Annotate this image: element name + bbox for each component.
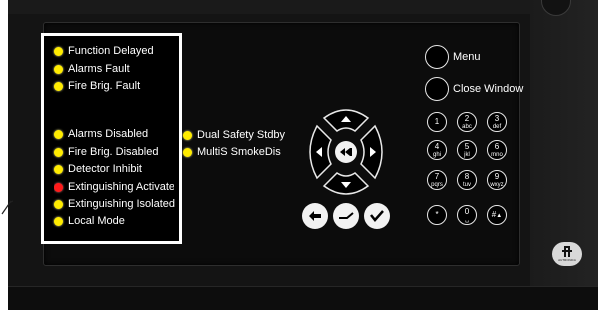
indicator-extinguishing-activated: Extinguishing Activated: [54, 181, 174, 193]
led-yellow-icon: [54, 64, 63, 74]
indicator-label: Alarms Disabled: [68, 128, 149, 140]
keypad-key-4[interactable]: 4 ghi: [427, 140, 447, 160]
indicator-label: Local Mode: [68, 215, 125, 227]
back-button[interactable]: [302, 203, 328, 229]
indicator-fire-brig-fault: Fire Brig. Fault: [54, 80, 140, 92]
indicator-fire-brig-disabled: Fire Brig. Disabled: [54, 146, 158, 158]
key-digit: 7: [434, 171, 440, 181]
keypad-key-3[interactable]: 3 def: [487, 112, 507, 132]
key-letters: ghi: [432, 151, 441, 158]
indicator-multis-smokedis: MultiS SmokeDis: [183, 146, 281, 158]
keypad-key-6[interactable]: 6 mno: [487, 140, 507, 160]
indicator-label: Dual Safety Stdby: [197, 129, 286, 141]
keypad-key-5[interactable]: 5 jkl: [457, 140, 477, 160]
indicator-label: Fire Brig. Fault: [68, 80, 141, 92]
key-digit: *: [435, 210, 439, 219]
key-letters: abc: [462, 123, 472, 130]
logo-text: AUTRONICA: [558, 258, 576, 262]
menu-label: Menu: [453, 51, 481, 63]
navigation-pad: [309, 109, 383, 195]
key-digit: 0: [464, 206, 470, 216]
keypad-key-0[interactable]: 0 ␣: [457, 205, 477, 225]
back-arrow-icon: [309, 211, 321, 221]
key-digit: 8: [464, 171, 470, 181]
indicator-label: MultiS SmokeDis: [197, 146, 281, 158]
indicator-label: Fire Brig. Disabled: [68, 146, 159, 158]
led-yellow-icon: [183, 130, 192, 140]
key-letters: def: [492, 123, 502, 130]
housing-top-edge: [8, 0, 598, 14]
keypad-key-2[interactable]: 2 abc: [457, 112, 477, 132]
indicator-label: Extinguishing Isolated: [68, 198, 176, 210]
cable-mark: [1, 200, 14, 215]
led-yellow-icon: [54, 164, 63, 174]
key-letters: jkl: [464, 151, 470, 158]
key-letters: pqrs: [431, 181, 443, 188]
indicator-extinguishing-isolated: Extinguishing Isolated: [54, 198, 175, 210]
key-digit: 3: [494, 113, 500, 123]
indicator-local-mode: Local Mode: [54, 215, 125, 227]
key-digit: 5: [464, 141, 470, 151]
up-down-icon: ▲: [496, 213, 503, 219]
key-digit: 4: [434, 141, 440, 151]
key-letters: tuv: [462, 181, 471, 188]
led-red-icon: [54, 182, 63, 192]
key-letters: wxyz: [490, 181, 504, 188]
led-yellow-icon: [54, 147, 63, 157]
keypad-key-1[interactable]: 1: [427, 112, 447, 132]
indicator-label: Function Delayed: [68, 45, 154, 57]
brand-logo: AUTRONICA: [552, 242, 582, 266]
key-digit: 2: [464, 113, 470, 123]
key-digit: 1: [434, 117, 440, 126]
silence-button[interactable]: [333, 203, 359, 229]
keypad-key-hash[interactable]: #▲: [487, 205, 507, 225]
led-yellow-icon: [54, 46, 63, 56]
keypad-key-8[interactable]: 8 tuv: [457, 170, 477, 190]
led-yellow-icon: [54, 199, 63, 209]
led-yellow-icon: [54, 81, 63, 91]
led-yellow-icon: [183, 147, 192, 157]
slash-line-icon: [339, 212, 354, 219]
indicator-alarms-fault: Alarms Fault: [54, 63, 130, 75]
indicator-function-delayed: Function Delayed: [54, 45, 154, 57]
key-digit: 6: [494, 141, 500, 151]
key-letters: ␣: [465, 216, 469, 223]
checkmark-icon: [370, 210, 384, 222]
indicator-label: Detector Inhibit: [68, 163, 142, 175]
led-yellow-icon: [54, 129, 63, 139]
housing-bottom-bar: [8, 286, 598, 310]
indicator-label: Extinguishing Activated: [68, 181, 174, 193]
close-window-label: Close Window: [453, 83, 524, 95]
led-yellow-icon: [54, 216, 63, 226]
keypad-key-7[interactable]: 7 pqrs: [427, 170, 447, 190]
key-digit: 9: [494, 171, 500, 181]
indicator-alarms-disabled: Alarms Disabled: [54, 128, 148, 140]
autronica-logo-icon: [562, 246, 572, 257]
menu-button[interactable]: [425, 45, 449, 69]
key-digit: #▲: [492, 211, 503, 220]
indicator-detector-inhibit: Detector Inhibit: [54, 163, 142, 175]
indicator-extinguishing-activated-clip: Extinguishing Activated: [54, 180, 174, 196]
keypad-key-9[interactable]: 9 wxyz: [487, 170, 507, 190]
keypad-key-star[interactable]: *: [427, 205, 447, 225]
confirm-button[interactable]: [364, 203, 390, 229]
key-letters: mno: [491, 151, 503, 158]
indicator-label: Alarms Fault: [68, 63, 130, 75]
indicator-dual-safety-stdby: Dual Safety Stdby: [183, 129, 285, 141]
close-window-button[interactable]: [425, 77, 449, 101]
